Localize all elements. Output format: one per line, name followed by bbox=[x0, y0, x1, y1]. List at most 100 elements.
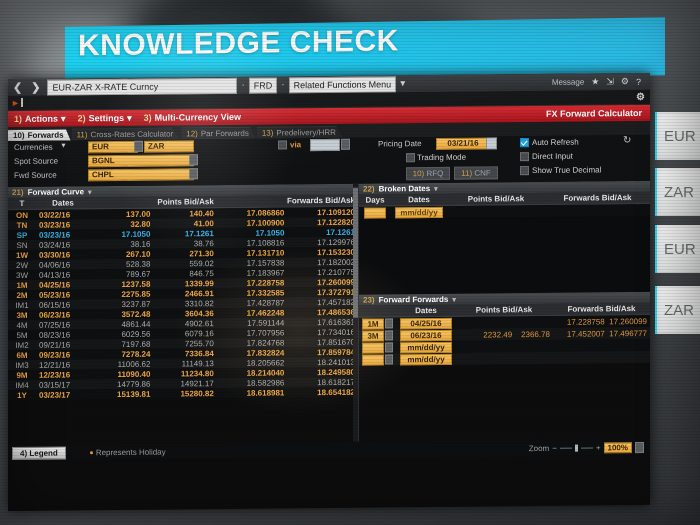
currency-2-input[interactable]: ZAR bbox=[144, 140, 194, 153]
broken-dates-dropdown-icon[interactable]: ▾ bbox=[434, 184, 438, 192]
ticker-dropdown-icon[interactable]: · bbox=[240, 80, 245, 91]
show-true-decimal-checkbox[interactable] bbox=[520, 166, 529, 176]
cell-forwards-ask: 17.129976 bbox=[317, 237, 355, 247]
auto-refresh-checkbox[interactable] bbox=[520, 138, 529, 148]
cell-date[interactable]: 06/23/16 bbox=[397, 329, 455, 342]
related-functions-menu[interactable]: Related Functions Menu bbox=[288, 75, 397, 93]
tab-par-forwards-label: Par Forwards bbox=[200, 128, 249, 139]
currency-1-dropdown-icon[interactable] bbox=[134, 140, 143, 152]
date-input[interactable]: 04/25/16 bbox=[400, 317, 452, 329]
zoom-minus-button[interactable]: − bbox=[552, 443, 557, 452]
zoom-value[interactable]: 100% bbox=[603, 441, 632, 453]
menu-actions[interactable]: 1) Actions ▾ bbox=[8, 113, 72, 125]
cell-tenor: 3M bbox=[16, 310, 28, 320]
cell-date[interactable]: mm/dd/yy bbox=[397, 341, 455, 354]
cell-days[interactable] bbox=[359, 206, 391, 219]
tab-par-forwards[interactable]: 12) Par Forwards bbox=[181, 127, 256, 140]
refresh-icon[interactable]: ↻ bbox=[623, 135, 631, 146]
cell-date[interactable]: mm/dd/yy bbox=[397, 353, 455, 366]
forward-curve-dropdown-icon[interactable]: ▾ bbox=[88, 188, 92, 196]
via-input[interactable] bbox=[310, 138, 340, 152]
cell-tenor[interactable] bbox=[359, 353, 397, 366]
forward-forwards-dropdown-icon[interactable]: ▾ bbox=[452, 295, 456, 303]
cell-forwards-ask: 17.616361 bbox=[317, 317, 355, 327]
chevron-left-icon[interactable]: ❮ bbox=[11, 81, 26, 94]
spot-source-input[interactable]: BGNL bbox=[88, 154, 194, 168]
tenor-input[interactable]: 1M bbox=[362, 317, 384, 330]
tenor-dropdown-icon[interactable] bbox=[385, 341, 393, 352]
date-input[interactable]: mm/dd/yy bbox=[400, 353, 452, 365]
zoom-slider-handle[interactable] bbox=[574, 444, 578, 452]
mnemonic-input[interactable]: FRD bbox=[248, 76, 278, 94]
ticker-input[interactable]: EUR-ZAR X-RATE Curncy bbox=[47, 77, 238, 96]
cell-date: 03/15/17 bbox=[39, 379, 71, 390]
cell-forwards-ask: 17.372791 bbox=[317, 287, 355, 297]
fwd-source-input[interactable]: CHPL bbox=[88, 168, 194, 182]
spot-source-dropdown-icon[interactable] bbox=[189, 154, 198, 166]
tab-predelivery-hrr[interactable]: 13) Predelivery/HRR bbox=[257, 126, 343, 139]
cell-points bbox=[455, 315, 553, 328]
auto-refresh-label: Auto Refresh bbox=[532, 137, 579, 148]
zoom-slider-track-right[interactable] bbox=[580, 446, 593, 449]
tab-forwards[interactable]: 10) Forwards bbox=[8, 128, 71, 141]
rfq-button[interactable]: 10) RFQ bbox=[406, 166, 450, 181]
side-strip-4: ZAR bbox=[655, 286, 700, 334]
window-settings-icon[interactable]: ⚙ bbox=[636, 92, 648, 104]
cell-date[interactable]: mm/dd/yy bbox=[391, 205, 447, 218]
legend-button[interactable]: 4) Legend bbox=[12, 446, 66, 460]
via-dropdown-icon[interactable] bbox=[341, 138, 350, 150]
cell-points-ask: 4902.61 bbox=[184, 318, 214, 328]
tenor-dropdown-icon[interactable] bbox=[385, 317, 393, 328]
cell-forwards-bid: 18.205662 bbox=[246, 357, 285, 368]
cell-date: 03/23/16 bbox=[39, 229, 71, 240]
tenor-dropdown-icon[interactable] bbox=[385, 353, 393, 364]
direct-input-checkbox[interactable] bbox=[520, 152, 529, 162]
table-row[interactable]: mm/dd/yy bbox=[359, 350, 650, 366]
menu-settings[interactable]: 2) Settings ▾ bbox=[72, 112, 138, 124]
menu-multi-currency-view[interactable]: 3) Multi-Currency View bbox=[138, 112, 247, 123]
help-icon[interactable]: ? bbox=[636, 77, 641, 87]
currency-1-input[interactable]: EUR bbox=[88, 140, 138, 154]
days-input[interactable] bbox=[364, 206, 386, 219]
related-dropdown-icon[interactable]: ▾ bbox=[399, 78, 406, 89]
zoom-slider-track-left[interactable] bbox=[559, 447, 572, 449]
bloomberg-terminal-window: ❮ ❯ EUR-ZAR X-RATE Curncy · FRD · Relate… bbox=[8, 72, 650, 512]
cell-forwards-bid: 17.086860 bbox=[246, 207, 285, 218]
cell-tenor[interactable] bbox=[359, 341, 397, 354]
cell-tenor[interactable]: 1M bbox=[359, 317, 397, 330]
cell-tenor[interactable]: 3M bbox=[359, 329, 397, 342]
cell-forwards-ask: 18.249580 bbox=[317, 367, 355, 377]
menu-settings-caret-icon: ▾ bbox=[127, 112, 132, 123]
mnemonic-dropdown-icon[interactable]: · bbox=[280, 79, 285, 90]
show-true-decimal-label: Show True Decimal bbox=[532, 165, 602, 176]
cell-forwards-ask: 18.241013 bbox=[317, 357, 355, 367]
spot-source-label: Spot Source bbox=[14, 156, 59, 167]
cell-forwards: 17.228758 17.260099 bbox=[566, 316, 647, 327]
date-input[interactable]: mm/dd/yy bbox=[400, 341, 452, 353]
zoom-dropdown-icon[interactable] bbox=[635, 441, 644, 453]
export-icon[interactable]: ⇲ bbox=[606, 76, 614, 87]
date-input[interactable]: mm/dd/yy bbox=[395, 206, 443, 218]
cell-points-ask: 140.40 bbox=[189, 208, 214, 218]
zoom-plus-button[interactable]: + bbox=[596, 443, 601, 452]
chevron-right-icon[interactable]: ❯ bbox=[29, 81, 44, 94]
trading-mode-checkbox[interactable] bbox=[406, 153, 415, 163]
tenor-input[interactable] bbox=[362, 353, 384, 366]
date-input[interactable]: 06/23/16 bbox=[400, 329, 452, 341]
tenor-input[interactable]: 3M bbox=[362, 329, 384, 342]
star-icon[interactable]: ★ bbox=[591, 76, 599, 87]
cnf-button[interactable]: 11) CNF bbox=[454, 166, 498, 180]
gear-icon[interactable]: ⚙ bbox=[621, 76, 629, 87]
bd-col-points: Points Bid/Ask bbox=[447, 192, 545, 206]
via-checkbox[interactable] bbox=[278, 140, 287, 150]
tenor-input[interactable] bbox=[362, 341, 384, 354]
tenor-dropdown-icon[interactable] bbox=[385, 329, 393, 340]
scrollbar-thumb[interactable] bbox=[353, 187, 358, 318]
pricing-date-input[interactable]: 03/21/16 bbox=[436, 137, 490, 150]
cell-date[interactable]: 04/25/16 bbox=[397, 316, 455, 329]
fwd-source-dropdown-icon[interactable] bbox=[189, 168, 198, 180]
forward-curve-scrollbar[interactable] bbox=[353, 183, 358, 442]
tab-cross-rates-calculator[interactable]: 11) Cross-Rates Calculator bbox=[72, 127, 181, 140]
side-strip-4-label: ZAR bbox=[664, 301, 694, 319]
calendar-icon[interactable] bbox=[486, 137, 497, 150]
